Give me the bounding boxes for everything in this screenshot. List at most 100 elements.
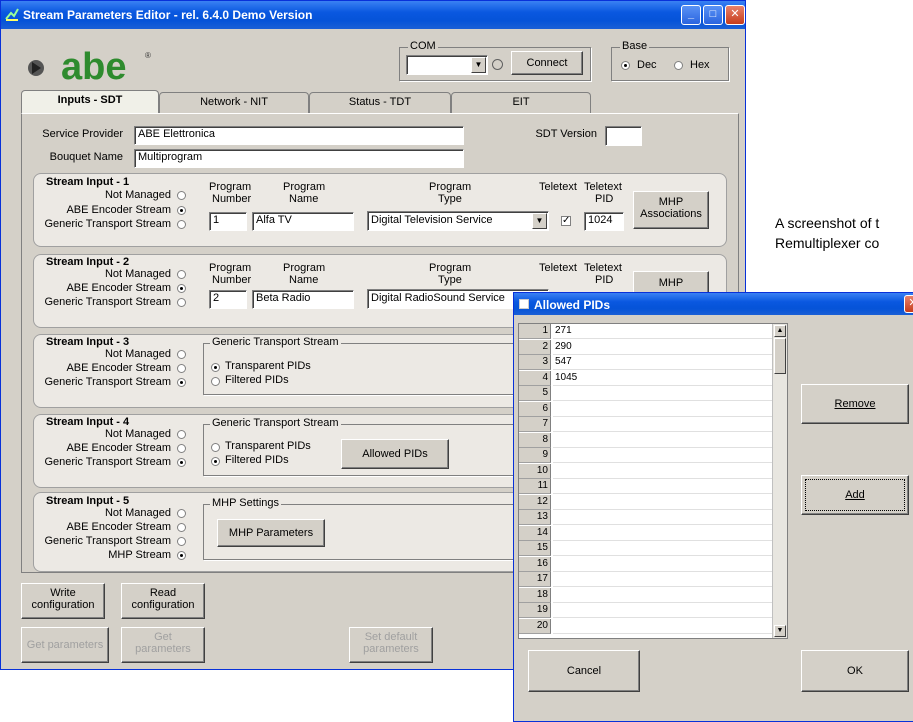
table-row[interactable]: 12 <box>519 494 775 510</box>
connect-button[interactable]: Connect <box>511 51 583 75</box>
stream-1-abe-encoder-radio[interactable] <box>177 206 186 215</box>
stream-4-transparent-pids-radio[interactable] <box>211 443 220 452</box>
minimize-button[interactable]: _ <box>681 5 701 25</box>
scroll-thumb[interactable] <box>774 338 786 374</box>
stream-1-program-name[interactable]: Alfa TV <box>252 212 354 231</box>
table-row[interactable]: 15 <box>519 541 775 556</box>
table-row[interactable]: 14 <box>519 525 775 541</box>
pid-cell[interactable]: 290 <box>553 340 775 355</box>
base-hex-radio[interactable] <box>674 61 683 70</box>
tab-eit[interactable]: EIT <box>451 92 591 113</box>
stream-4-abe-encoder-radio[interactable] <box>177 444 186 453</box>
table-row[interactable]: 18 <box>519 587 775 603</box>
table-row[interactable]: 6 <box>519 401 775 417</box>
service-provider-input[interactable]: ABE Elettronica <box>134 126 464 145</box>
remove-button[interactable]: Remove <box>801 384 909 424</box>
chevron-down-icon[interactable]: ▼ <box>532 213 547 229</box>
bouquet-name-input[interactable]: Multiprogram <box>134 149 464 168</box>
table-row[interactable]: 17 <box>519 572 775 587</box>
table-row[interactable]: 5 <box>519 386 775 401</box>
stream-4-generic-ts-radio[interactable] <box>177 458 186 467</box>
allowed-pids-grid[interactable]: 1 271 2 290 3 547 4 1045 5 6 7 8 9 10 11 12 13 14 15 16 17 18… <box>518 323 788 639</box>
stream-1-mhp-associations-button[interactable]: MHP Associations <box>633 191 709 229</box>
stream-4-not-managed-radio[interactable] <box>177 430 186 439</box>
table-row[interactable]: 10 <box>519 463 775 479</box>
pid-cell[interactable] <box>553 510 775 525</box>
pid-cell[interactable] <box>553 603 775 618</box>
table-row[interactable]: 4 1045 <box>519 370 775 386</box>
pid-cell[interactable] <box>553 402 775 417</box>
stream-2-generic-ts-radio[interactable] <box>177 298 186 307</box>
sdt-version-input[interactable] <box>605 126 642 146</box>
stream-3-not-managed-radio[interactable] <box>177 350 186 359</box>
stream-3-abe-encoder-radio[interactable] <box>177 364 186 373</box>
table-row[interactable]: 13 <box>519 510 775 525</box>
table-row[interactable]: 3 547 <box>519 355 775 370</box>
stream-5-not-managed-radio[interactable] <box>177 509 186 518</box>
pid-cell[interactable] <box>553 572 775 587</box>
stream-2-program-number[interactable]: 2 <box>209 290 247 309</box>
tab-network-nit[interactable]: Network - NIT <box>159 92 309 113</box>
grid-scrollbar[interactable]: ▲ ▼ <box>772 324 787 638</box>
table-row[interactable]: 9 <box>519 448 775 463</box>
com-port-select[interactable]: ▼ <box>406 55 488 75</box>
pid-cell[interactable] <box>553 588 775 603</box>
pid-cell[interactable]: 1045 <box>553 371 775 386</box>
tab-status-tdt[interactable]: Status - TDT <box>309 92 451 113</box>
stream-1-program-number[interactable]: 1 <box>209 212 247 231</box>
pid-cell[interactable] <box>553 526 775 541</box>
stream-2-program-name[interactable]: Beta Radio <box>252 290 354 309</box>
stream-1-program-type-select[interactable]: Digital Television Service ▼ <box>367 211 549 231</box>
set-default-parameters-button[interactable]: Set default parameters <box>349 627 433 663</box>
close-button[interactable]: ✕ <box>725 5 745 25</box>
table-row[interactable]: 2 290 <box>519 339 775 355</box>
scroll-down-icon[interactable]: ▼ <box>774 625 786 637</box>
pid-cell[interactable] <box>553 541 775 556</box>
pid-cell[interactable] <box>553 433 775 448</box>
allowed-pids-button[interactable]: Allowed PIDs <box>341 439 449 469</box>
ok-button[interactable]: OK <box>801 650 909 692</box>
stream-2-abe-encoder-radio[interactable] <box>177 284 186 293</box>
stream-1-teletext-checkbox[interactable]: ✓ <box>561 216 571 226</box>
table-row[interactable]: 8 <box>519 432 775 448</box>
cancel-button[interactable]: Cancel <box>528 650 640 692</box>
stream-3-filtered-pids-radio[interactable] <box>211 377 220 386</box>
mhp-parameters-button[interactable]: MHP Parameters <box>217 519 325 547</box>
add-button[interactable]: Add <box>801 475 909 515</box>
stream-5-mhp-stream-radio[interactable] <box>177 551 186 560</box>
table-row[interactable]: 1 271 <box>519 324 775 339</box>
dialog-title-bar[interactable]: Allowed PIDs ✕ <box>514 293 913 315</box>
pid-cell[interactable] <box>553 464 775 479</box>
maximize-button[interactable]: □ <box>703 5 723 25</box>
stream-1-generic-ts-radio[interactable] <box>177 220 186 229</box>
stream-1-not-managed-radio[interactable] <box>177 191 186 200</box>
stream-1-teletext-pid[interactable]: 1024 <box>584 212 624 231</box>
pid-cell[interactable] <box>553 479 775 494</box>
pid-cell[interactable] <box>553 495 775 510</box>
pid-cell[interactable]: 271 <box>553 324 775 339</box>
base-dec-radio[interactable] <box>621 61 630 70</box>
stream-2-not-managed-radio[interactable] <box>177 270 186 279</box>
pid-cell[interactable] <box>553 557 775 572</box>
pid-cell[interactable] <box>553 619 775 634</box>
table-row[interactable]: 19 <box>519 603 775 618</box>
pid-cell[interactable] <box>553 386 775 401</box>
get-parameters-button[interactable]: Get parameters <box>21 627 109 663</box>
chevron-down-icon[interactable]: ▼ <box>471 57 486 73</box>
tab-inputs-sdt[interactable]: Inputs - SDT <box>21 90 159 114</box>
pid-cell[interactable] <box>553 417 775 432</box>
stream-3-generic-ts-radio[interactable] <box>177 378 186 387</box>
stream-5-abe-encoder-radio[interactable] <box>177 523 186 532</box>
table-row[interactable]: 16 <box>519 556 775 572</box>
get-button[interactable]: Get parameters <box>121 627 205 663</box>
read-configuration-button[interactable]: Read configuration <box>121 583 205 619</box>
stream-3-transparent-pids-radio[interactable] <box>211 363 220 372</box>
write-configuration-button[interactable]: Write configuration <box>21 583 105 619</box>
stream-5-generic-ts-radio[interactable] <box>177 537 186 546</box>
stream-4-filtered-pids-radio[interactable] <box>211 457 220 466</box>
dialog-close-button[interactable]: ✕ <box>904 295 913 313</box>
pid-cell[interactable]: 547 <box>553 355 775 370</box>
table-row[interactable]: 7 <box>519 417 775 432</box>
table-row[interactable]: 20 <box>519 618 775 634</box>
title-bar[interactable]: Stream Parameters Editor - rel. 6.4.0 De… <box>1 1 745 29</box>
